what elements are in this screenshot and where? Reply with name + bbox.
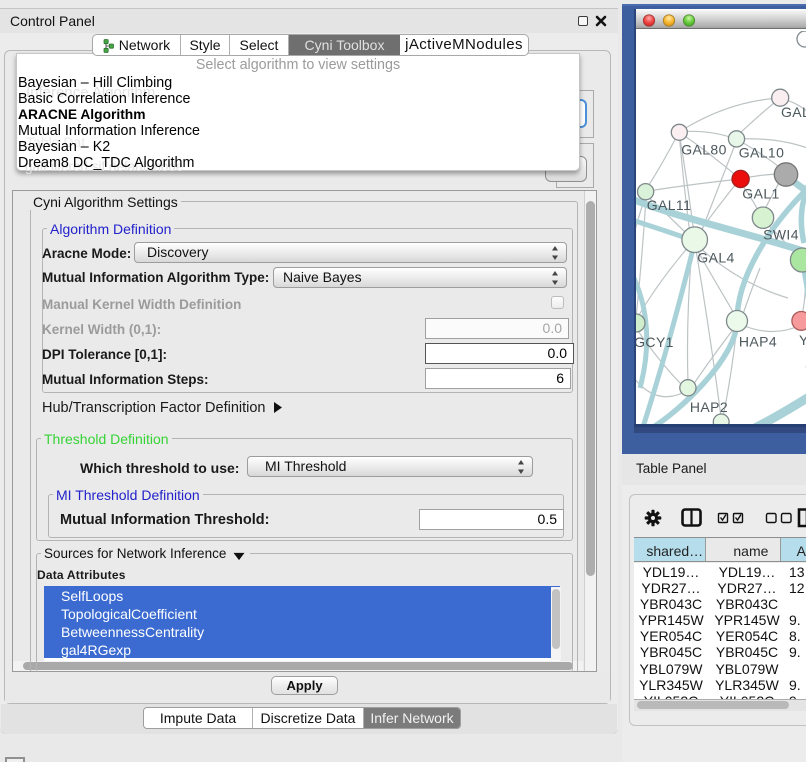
svg-text:GAL11: GAL11 — [647, 197, 692, 213]
svg-text:GAL4: GAL4 — [697, 250, 734, 266]
svg-text:SWI4: SWI4 — [763, 226, 799, 242]
svg-text:GAL80: GAL80 — [681, 142, 727, 158]
svg-text:Y: Y — [799, 332, 806, 348]
svg-text:GAL10: GAL10 — [739, 145, 785, 161]
svg-text:GCY1: GCY1 — [636, 334, 674, 350]
svg-text:GAL1: GAL1 — [742, 186, 779, 202]
svg-text:GAL7: GAL7 — [781, 104, 806, 120]
svg-text:HAP2: HAP2 — [690, 399, 728, 415]
svg-text:HAP4: HAP4 — [739, 334, 777, 350]
